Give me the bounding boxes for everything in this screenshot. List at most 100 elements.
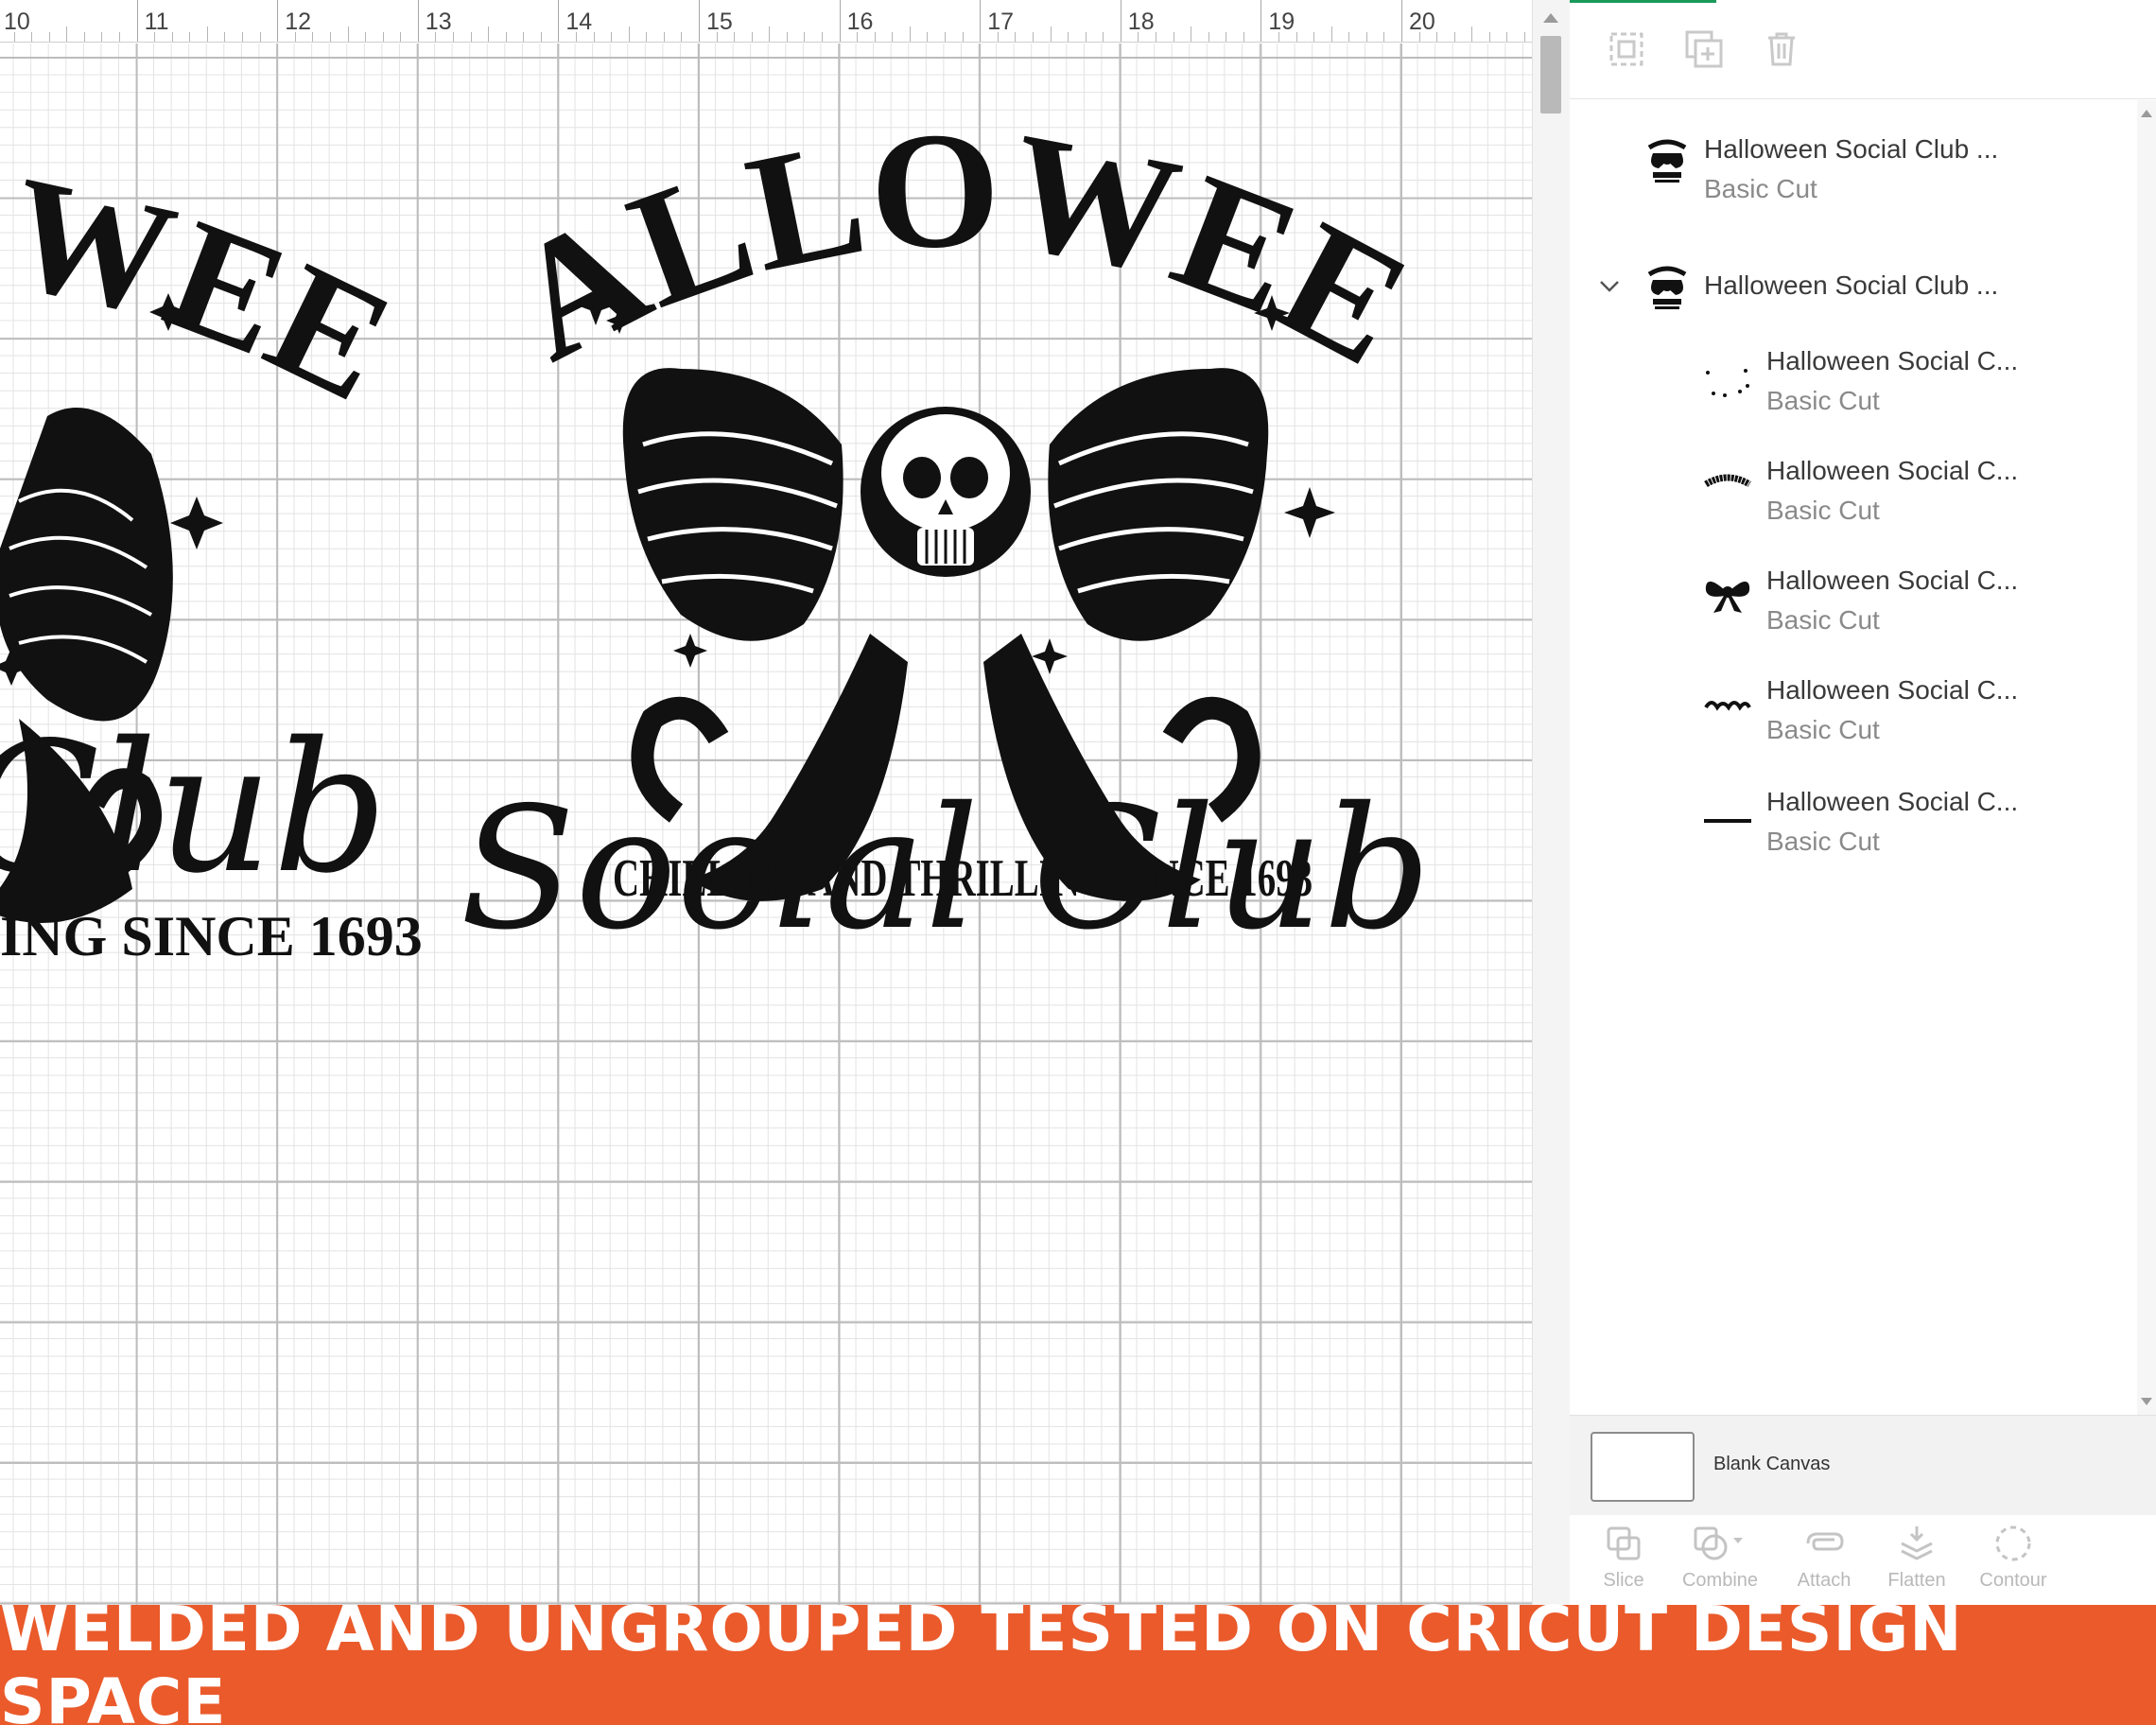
contour-label: Contour <box>1979 1570 2047 1591</box>
layer-name: Halloween Social C... <box>1766 456 2019 485</box>
layer-name: Halloween Social C... <box>1766 787 2019 816</box>
layers-scrollbar[interactable] <box>2137 100 2156 1415</box>
horizontal-ruler: 10 11 12 13 14 15 16 17 18 19 20 <box>0 0 1532 43</box>
layer-group-item[interactable]: Halloween Social Club ... <box>1570 246 2137 340</box>
ruler-minor-tick <box>171 32 173 42</box>
ruler-minor-tick <box>66 26 68 42</box>
ruler-minor-tick <box>1032 32 1034 42</box>
ruler-minor-tick <box>575 32 577 42</box>
promo-banner: WELDED AND UNGROUPED TESTED ON CRICUT DE… <box>0 1593 2156 1725</box>
ruler-label: 18 <box>1127 9 1155 35</box>
ruler-minor-tick <box>540 32 542 42</box>
tagline-thumb-icon <box>1702 791 1753 842</box>
ruler-major-tick <box>136 0 138 42</box>
canvas-color-swatch[interactable] <box>1591 1432 1695 1502</box>
ruler-minor-tick <box>1208 32 1209 42</box>
ruler-major-tick <box>277 0 279 42</box>
ruler-minor-tick <box>962 32 964 42</box>
layer-item[interactable]: Halloween Social C... Basic Cut <box>1570 556 2137 651</box>
ruler-minor-tick <box>523 32 525 42</box>
ruler-minor-tick <box>628 26 630 42</box>
ruler-minor-tick <box>734 32 736 42</box>
design-space-window: 1011121314151617181920 WEEN <box>0 0 2156 1725</box>
layer-name: Halloween Social Club ... <box>1704 134 1999 164</box>
ruler-minor-tick <box>365 32 367 42</box>
scroll-thumb[interactable] <box>1540 36 1561 113</box>
ruler-minor-tick <box>1103 32 1104 42</box>
ruler-minor-tick <box>1050 26 1052 42</box>
layer-name: Halloween Social C... <box>1766 346 2019 375</box>
layer-item[interactable]: Halloween Social Club ... Basic Cut <box>1570 113 2137 208</box>
ruler-minor-tick <box>505 32 507 42</box>
ruler-minor-tick <box>1383 32 1385 42</box>
scroll-up-arrow-icon[interactable] <box>1543 13 1558 23</box>
ruler-minor-tick <box>1488 32 1490 42</box>
bow-thumb-icon <box>1702 569 1753 620</box>
ruler-minor-tick <box>294 32 296 42</box>
ruler-label: 12 <box>285 9 311 35</box>
ruler-major-tick <box>558 0 560 42</box>
halloween-social-club-design[interactable]: HALLOWEEN <box>399 0 1466 1267</box>
ruler-minor-tick <box>1243 32 1244 42</box>
ruler-minor-tick <box>997 32 999 42</box>
slice-button[interactable]: Slice <box>1581 1523 1666 1602</box>
slice-icon <box>1607 1526 1641 1560</box>
ruler-minor-tick <box>786 32 788 42</box>
ruler-minor-tick <box>1506 32 1508 42</box>
ruler-minor-tick <box>1436 32 1438 42</box>
layer-name: Halloween Social C... <box>1766 566 2019 595</box>
blank-canvas-label: Blank Canvas <box>1713 1454 1831 1474</box>
combine-button[interactable]: Combine <box>1678 1523 1763 1602</box>
ruler-minor-tick <box>874 32 876 42</box>
ruler-minor-tick <box>224 32 226 42</box>
ruler-minor-tick <box>400 32 402 42</box>
ruler-minor-tick <box>1453 32 1455 42</box>
ruler-minor-tick <box>1015 32 1017 42</box>
ruler-minor-tick <box>1348 32 1350 42</box>
ruler-minor-tick <box>716 32 718 42</box>
canvas-vertical-scrollbar[interactable] <box>1532 0 1570 1605</box>
ruler-minor-tick <box>1068 32 1069 42</box>
layers-toolbar <box>1570 0 2156 99</box>
flatten-icon <box>1901 1526 1933 1560</box>
ruler-minor-tick <box>329 32 331 42</box>
layer-group-name: Halloween Social Club ... <box>1704 270 1999 300</box>
ruler-major-tick <box>699 0 700 42</box>
design-canvas[interactable]: 1011121314151617181920 WEEN <box>0 0 1532 1605</box>
ruler-major-tick <box>417 0 419 42</box>
ruler-minor-tick <box>48 32 50 42</box>
ruler-minor-tick <box>382 32 384 42</box>
duplicate-icon[interactable] <box>1683 28 1725 70</box>
attach-button[interactable]: Attach <box>1782 1523 1867 1602</box>
ruler-minor-tick <box>927 32 929 42</box>
halloween-text-thumb-icon <box>1702 456 1753 507</box>
blank-canvas-row[interactable]: Blank Canvas <box>1570 1415 2156 1515</box>
ruler-minor-tick <box>13 32 15 42</box>
ruler-label: 14 <box>565 9 593 35</box>
slice-label: Slice <box>1603 1570 1644 1591</box>
ruler-minor-tick <box>488 26 490 42</box>
ruler-label: 15 <box>706 9 733 35</box>
layer-operation: Basic Cut <box>1766 605 1880 635</box>
layer-item[interactable]: Halloween Social C... Basic Cut <box>1570 446 2137 541</box>
ruler-minor-tick <box>681 32 683 42</box>
layer-operation: Basic Cut <box>1704 174 1817 203</box>
chevron-down-icon[interactable] <box>1598 274 1621 297</box>
ruler-minor-tick <box>1330 26 1332 42</box>
partial-design-left[interactable]: WEEN Club ING SINCE 1693 <box>0 0 423 1305</box>
ruler-minor-tick <box>909 26 911 42</box>
ruler-minor-tick <box>646 32 648 42</box>
group-icon[interactable] <box>1606 28 1647 70</box>
layer-item[interactable]: Halloween Social C... Basic Cut <box>1570 337 2137 431</box>
layer-item[interactable]: Halloween Social C... Basic Cut <box>1570 666 2137 760</box>
ruler-major-tick <box>1401 0 1402 42</box>
layer-item[interactable]: Halloween Social C... Basic Cut <box>1570 777 2137 872</box>
scroll-up-arrow-icon[interactable] <box>2141 110 2152 117</box>
flatten-button[interactable]: Flatten <box>1874 1523 1959 1602</box>
ruler-minor-tick <box>593 32 595 42</box>
ruler-label: 11 <box>144 9 169 35</box>
delete-icon[interactable] <box>1761 28 1802 70</box>
ruler-minor-tick <box>435 32 437 42</box>
scroll-down-arrow-icon[interactable] <box>2141 1398 2152 1405</box>
contour-button[interactable]: Contour <box>1971 1523 2056 1602</box>
